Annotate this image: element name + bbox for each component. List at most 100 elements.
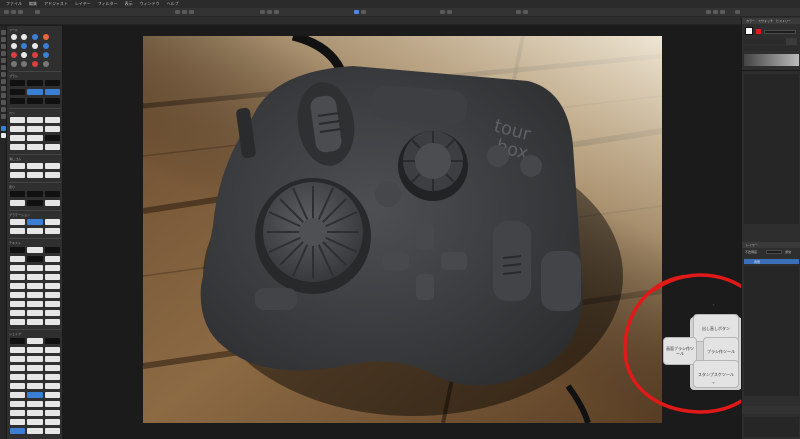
menu-layer[interactable]: レイヤー [75,1,91,7]
tool-preset-icon[interactable] [21,52,27,58]
transform-icon[interactable] [523,10,528,14]
shape-preset-row[interactable] [10,410,60,416]
shape-preset-row[interactable] [10,365,60,371]
shape-preset-row[interactable] [10,356,60,362]
menu-help[interactable]: ヘルプ [167,1,179,7]
opacity-input[interactable] [766,250,782,254]
tool-preset-icon[interactable] [32,52,38,58]
tool-preset-icon[interactable] [32,34,38,40]
text-tool-icon[interactable] [1,100,6,105]
brush-preset-row[interactable] [10,98,60,104]
gradient-preset-row[interactable] [10,228,60,234]
shape-preset-row[interactable] [10,428,60,434]
blend-mode-select[interactable]: 通常 [785,250,791,254]
studio-icon[interactable] [720,10,725,14]
menu-filter[interactable]: フィルター [98,1,118,7]
align-icon[interactable] [267,10,272,14]
tool-preset-icon[interactable] [11,61,17,67]
selection-tool-icon[interactable] [1,37,6,42]
menu-toggle-icon[interactable] [35,10,40,14]
mode-icon[interactable] [182,10,187,14]
zoom-tool-icon[interactable] [1,114,6,119]
transform-icon[interactable] [516,10,521,14]
menu-adjust[interactable]: アドジャスト [44,1,68,7]
tab-color[interactable]: カラー [746,19,755,23]
shape-tool-icon[interactable] [1,107,6,112]
eraser-preset-row[interactable] [10,163,60,169]
tool-preset-icon[interactable] [32,61,38,67]
brush-tool-icon[interactable] [1,58,6,63]
tool-preset-icon[interactable] [43,52,49,58]
align-icon[interactable] [274,10,279,14]
text-preset-row[interactable] [10,319,60,325]
persona-icon[interactable] [18,10,23,14]
fill-preset-row[interactable] [10,191,60,197]
shape-preset-row[interactable] [10,374,60,380]
tab-history[interactable]: ヒストリー [776,19,791,23]
tool-preset-icon[interactable] [21,43,27,49]
gradient-preset-row[interactable] [10,219,60,225]
text-preset-row[interactable] [10,283,60,289]
shape-preset-row[interactable] [10,383,60,389]
text-preset-row[interactable] [10,265,60,271]
crop-tool-icon[interactable] [1,51,6,56]
pen-preset-row[interactable] [10,144,60,150]
canvas-photo[interactable]: tour box [143,36,662,423]
pen-preset-row[interactable] [10,117,60,123]
fill-tool-icon[interactable] [1,72,6,77]
arrange-icon[interactable] [447,10,452,14]
clone-tool-icon[interactable] [1,86,6,91]
layer-row[interactable]: 背景 [744,259,799,264]
snapping-icon[interactable] [361,10,366,14]
mode-icon[interactable] [175,10,180,14]
text-preset-row[interactable] [10,256,60,262]
text-preset-row[interactable] [10,301,60,307]
fill-preset-row[interactable] [10,200,60,206]
color-swatch-primary[interactable] [745,27,753,35]
tool-preset-icon[interactable] [43,61,49,67]
pen-preset-row[interactable] [10,135,60,141]
arrange-icon[interactable] [440,10,445,14]
share-icon[interactable] [713,10,718,14]
shape-preset-row[interactable] [10,419,60,425]
snapping-icon[interactable] [354,10,359,14]
color-slider[interactable] [744,46,799,51]
tool-preset-icon[interactable] [21,61,27,67]
move-tool-icon[interactable] [1,30,6,35]
shape-preset-row[interactable] [10,347,60,353]
brush-preset-row[interactable] [10,80,60,86]
brush-preset-row[interactable] [10,89,60,95]
menu-view[interactable]: 表示 [125,1,133,7]
settings-icon[interactable] [735,10,740,14]
background-color-icon[interactable] [1,133,6,138]
shape-preset-row[interactable] [10,401,60,407]
tool-preset-icon[interactable] [11,52,17,58]
persona-icon[interactable] [11,10,16,14]
tool-preset-icon[interactable] [11,43,17,49]
eraser-preset-row[interactable] [10,172,60,178]
lasso-tool-icon[interactable] [1,44,6,49]
account-icon[interactable] [706,10,711,14]
shape-preset-row[interactable] [10,392,60,398]
tool-preset-icon[interactable] [32,43,38,49]
foreground-color-icon[interactable] [1,126,6,131]
hex-input[interactable] [764,30,796,34]
mode-icon[interactable] [189,10,194,14]
align-icon[interactable] [260,10,265,14]
text-preset-row[interactable] [10,310,60,316]
gradient-tool-icon[interactable] [1,79,6,84]
tool-preset-icon[interactable] [43,34,49,40]
eraser-tool-icon[interactable] [1,65,6,70]
text-preset-row[interactable] [10,274,60,280]
panel-options-icon[interactable] [786,38,797,45]
menu-edit[interactable]: 編集 [29,1,37,7]
text-preset-row[interactable] [10,247,60,253]
pen-preset-row[interactable] [10,126,60,132]
color-spectrum[interactable] [744,54,799,66]
tab-swatches[interactable]: スウォッチ [758,19,773,23]
tool-preset-icon[interactable] [43,43,49,49]
menu-window[interactable]: ウィンドウ [140,1,160,7]
shape-preset-row[interactable] [10,338,60,344]
tool-preset-icon[interactable] [11,34,17,40]
menu-file[interactable]: ファイル [6,1,22,7]
